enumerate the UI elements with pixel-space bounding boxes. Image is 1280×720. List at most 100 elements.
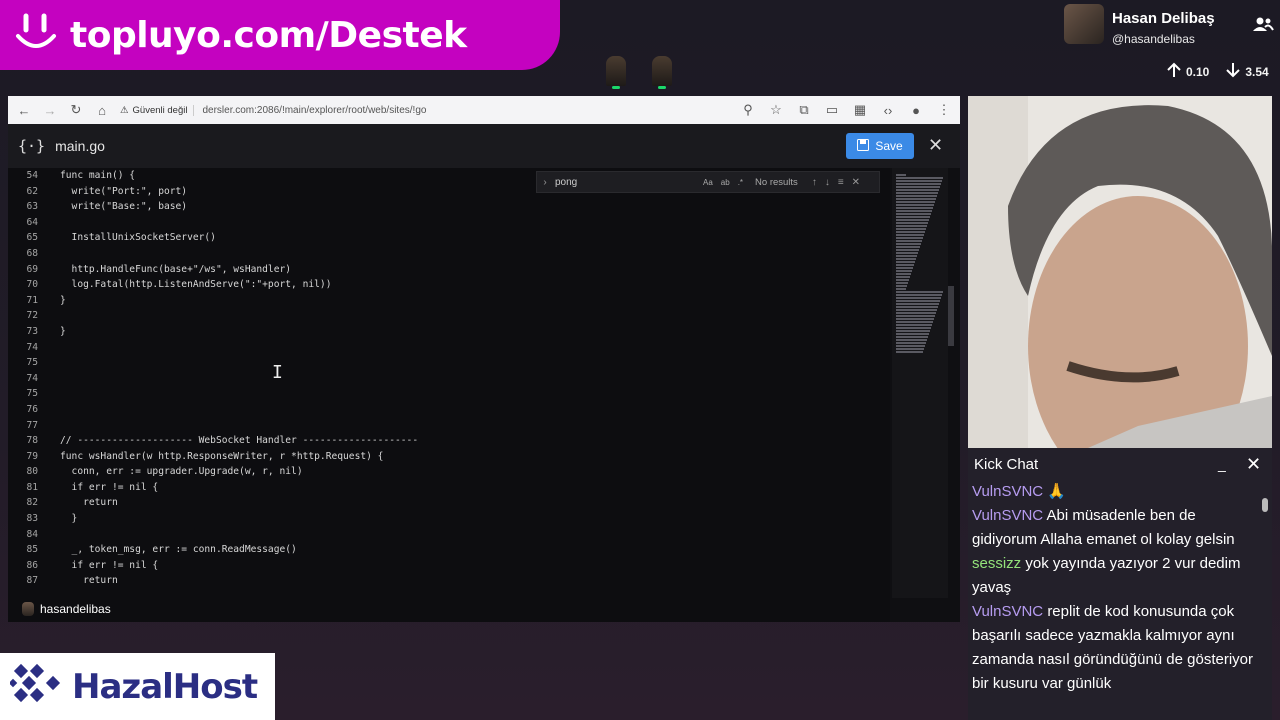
minimap-line [896,234,924,236]
code-text: } [60,294,66,306]
code-line[interactable]: 77 [8,418,890,434]
profile-handle: @hasandelibas [1112,32,1195,46]
warning-icon: ⚠ [120,104,129,116]
whole-word-icon[interactable]: ab [721,178,730,187]
minimap-line [896,336,928,338]
profile-icon[interactable]: ● [908,102,924,118]
close-editor-button[interactable]: ✕ [928,136,943,154]
hazalhost-logo-icon [8,662,70,711]
line-number: 84 [26,528,38,540]
zoom-icon[interactable]: ⚲ [740,102,756,118]
arrow-down-icon[interactable]: ↓ [825,177,830,188]
stream-user-strip: hasandelibas [8,596,890,622]
code-line[interactable]: 80 conn, err := upgrader.Upgrade(w, r, n… [8,464,890,480]
arrow-up-icon[interactable]: ↑ [812,177,817,188]
code-line[interactable]: 74 [8,340,890,356]
minimap-line [896,249,919,251]
code-editor[interactable]: 54 func main() {62 write("Port:", port) 63… [8,168,890,598]
minimap-line [896,309,937,311]
smile-logo-icon [0,0,70,70]
extensions-icon[interactable]: ⧉ [796,102,812,118]
file-name: main.go [55,138,105,154]
code-line[interactable]: 84 [8,527,890,543]
minimap-line [896,270,912,272]
code-line[interactable]: 74 [8,371,890,387]
code-line[interactable]: 79 func wsHandler(w http.ResponseWriter, … [8,449,890,465]
chat-username[interactable]: sessizz [972,555,1021,572]
minimap-line [896,240,922,242]
code-line[interactable]: 85 _, token_msg, err := conn.ReadMessage… [8,542,890,558]
minimap-line [896,195,937,197]
code-line[interactable]: 69 http.HandleFunc(base+"/ws", wsHandler… [8,262,890,278]
code-line[interactable]: 82 return [8,495,890,511]
find-input[interactable]: pong [553,177,703,188]
network-stats: 0.10 3.54 [1166,62,1269,81]
code-line[interactable]: 64 [8,215,890,231]
code-line[interactable]: 73} [8,324,890,340]
sponsor-banner: HazalHost [0,653,275,720]
code-line[interactable]: 72 [8,308,890,324]
line-number: 85 [26,544,38,556]
minimap-line [896,246,920,248]
minimap-line [896,204,934,206]
menu-icon[interactable]: ⋮ [936,102,952,118]
code-line[interactable]: 78 // -------------------- WebSocket Hand… [8,433,890,449]
list-icon[interactable]: ≡ [838,177,844,188]
save-button[interactable]: Save [846,133,914,159]
close-icon[interactable]: ✕ [1246,454,1261,475]
code-text: } [60,513,78,525]
code-line[interactable]: 86 if err != nil { [8,558,890,574]
code-line[interactable]: 65 InstallUnixSocketServer() [8,230,890,246]
code-line[interactable]: 76 [8,402,890,418]
chat-username[interactable]: VulnSVNC [972,507,1043,524]
code-line[interactable]: 87 return [8,573,890,589]
code-line[interactable]: 70 log.Fatal(http.ListenAndServe(":"+por… [8,277,890,293]
code-text: return [60,497,118,509]
code-line[interactable]: 75 [8,355,890,371]
regex-icon[interactable]: .* [738,178,743,187]
minimap[interactable] [892,168,948,598]
scrollbar[interactable] [948,286,954,346]
star-icon[interactable]: ☆ [768,102,784,118]
minimap-line [896,351,923,353]
apps-icon[interactable]: ▦ [852,102,868,118]
minimap-line [896,291,943,293]
browser-window: ← → ↻ ⌂ ⚠ Güvenli değil dersler.com:2086… [8,96,960,622]
chevron-right-icon[interactable]: › [537,177,553,188]
forward-icon[interactable]: → [42,102,58,118]
devtools-icon[interactable]: ‹› [880,102,896,118]
minimap-line [896,285,907,287]
minimap-line [896,276,910,278]
security-indicator[interactable]: ⚠ Güvenli değil [120,104,195,116]
close-icon[interactable]: ✕ [852,177,860,188]
sidebar-icon[interactable]: ▭ [824,102,840,118]
chat-username[interactable]: VulnSVNC [972,603,1043,620]
find-result: No results [755,176,798,188]
code-line[interactable]: 75 [8,386,890,402]
minimap-line [896,330,930,332]
match-case-icon[interactable]: Aa [703,178,713,187]
home-icon[interactable]: ⌂ [94,102,110,118]
minimap-line [896,180,942,182]
code-line[interactable]: 81 if err != nil { [8,480,890,496]
minimap-line [896,189,939,191]
minimap-line [896,174,906,176]
minimap-line [896,306,938,308]
chat-message: VulnSVNC Abi müsadenle ben de gidiyorum … [972,504,1256,552]
reload-icon[interactable]: ↻ [68,102,84,118]
line-number: 76 [26,403,38,415]
back-icon[interactable]: ← [16,102,32,118]
minimap-line [896,255,917,257]
minimap-line [896,339,927,341]
chat-messages[interactable]: VulnSVNC 🙏 VulnSVNC Abi müsadenle ben de … [968,480,1272,696]
url-field[interactable]: ⚠ Güvenli değil dersler.com:2086/!main/e… [120,104,730,116]
code-line[interactable]: 71} [8,293,890,309]
minimize-icon[interactable]: _ [1218,456,1226,472]
scrollbar[interactable] [1262,498,1268,512]
code-line[interactable]: 68 [8,246,890,262]
code-line[interactable]: 83 } [8,511,890,527]
code-line[interactable]: 63 write("Base:", base) [8,199,890,215]
chat-username[interactable]: VulnSVNC [972,483,1043,500]
